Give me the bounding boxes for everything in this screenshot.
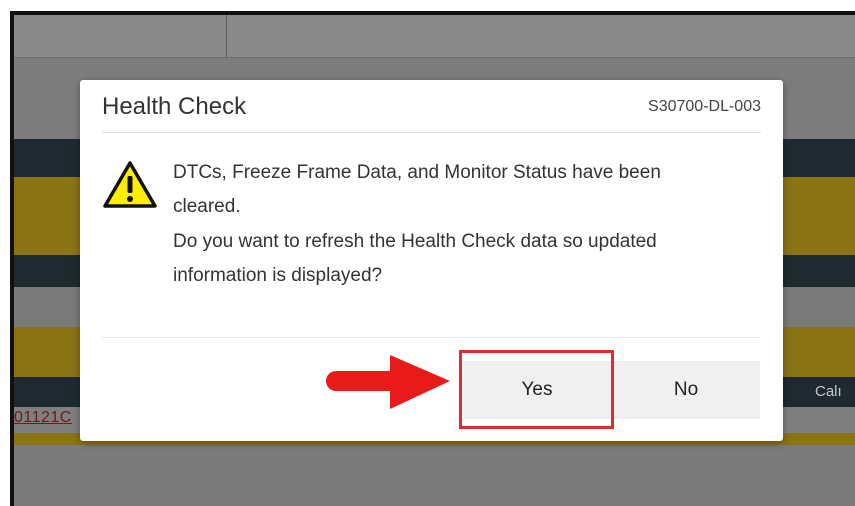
background-toolbar <box>14 15 855 58</box>
dialog-message-line: DTCs, Freeze Frame Data, and Monitor Sta… <box>173 162 661 183</box>
dialog-message-line: information is displayed? <box>173 265 383 286</box>
warning-icon <box>103 161 157 208</box>
no-button[interactable]: No <box>612 361 760 419</box>
pointer-arrow-icon <box>326 355 450 409</box>
dialog-message-line: cleared. <box>173 196 241 217</box>
yes-button[interactable]: Yes <box>463 361 611 419</box>
dialog-divider <box>102 337 761 338</box>
dialog-header: Health Check S30700-DL-003 <box>102 80 761 133</box>
background-dtc-link[interactable]: 01121C <box>14 409 72 427</box>
dialog-title: Health Check <box>102 93 247 120</box>
dialog-message-line: Do you want to refresh the Health Check … <box>173 231 657 252</box>
toolbar-separator <box>226 15 227 57</box>
dialog-code: S30700-DL-003 <box>648 98 761 115</box>
background-column-header: Calı <box>815 383 842 400</box>
background-row <box>14 445 855 506</box>
